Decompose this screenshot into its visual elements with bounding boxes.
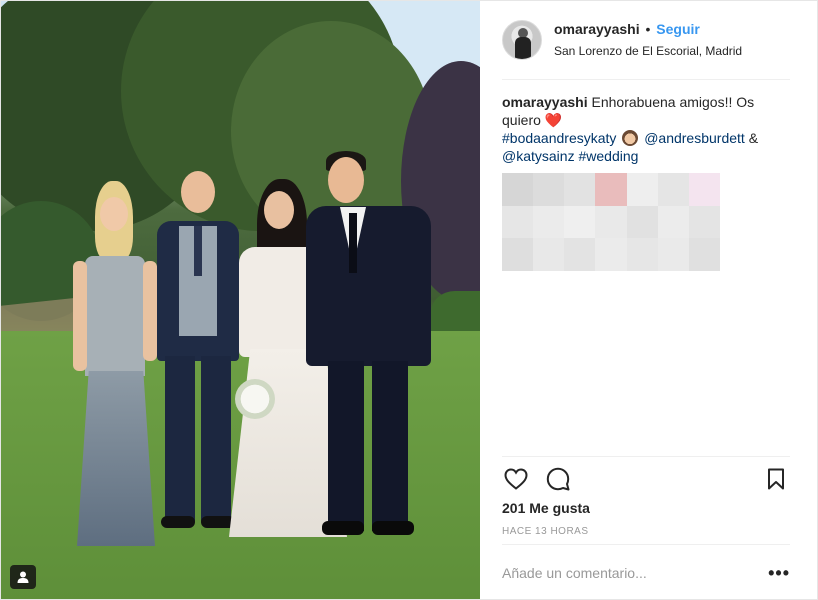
comment-row: •••	[502, 556, 790, 590]
mention-link[interactable]: @andresburdett	[644, 130, 745, 146]
hashtag-link[interactable]: #bodaandresykaty	[502, 130, 616, 146]
heart-icon	[504, 468, 528, 490]
ampersand: &	[744, 130, 759, 146]
divider	[502, 456, 790, 457]
divider	[502, 79, 790, 80]
divider	[502, 544, 790, 545]
username-link[interactable]: omarayyashi	[554, 21, 640, 37]
header-text: omarayyashi • Seguir San Lorenzo de El E…	[554, 20, 742, 60]
location-link[interactable]: San Lorenzo de El Escorial, Madrid	[554, 42, 742, 60]
red-heart-emoji: ❤️	[544, 112, 563, 128]
pixelated-content	[502, 173, 720, 271]
comment-icon	[546, 467, 570, 491]
post-header: omarayyashi • Seguir San Lorenzo de El E…	[480, 1, 817, 79]
post-photo[interactable]	[1, 1, 480, 599]
comment-button[interactable]	[544, 465, 572, 493]
caption-username-link[interactable]: omarayyashi	[502, 94, 588, 110]
likes-count[interactable]: 201 Me gusta	[502, 500, 590, 516]
bride-emoji-icon	[622, 130, 639, 146]
action-bar	[502, 465, 790, 493]
comment-input[interactable]	[502, 565, 769, 581]
bookmark-icon	[768, 468, 784, 490]
instagram-post: omarayyashi • Seguir San Lorenzo de El E…	[0, 0, 818, 600]
post-side-panel: omarayyashi • Seguir San Lorenzo de El E…	[480, 1, 817, 599]
follow-button[interactable]: Seguir	[656, 21, 700, 37]
groom	[306, 151, 431, 541]
more-options-icon[interactable]: •••	[768, 563, 790, 584]
header-top-row: omarayyashi • Seguir	[554, 20, 742, 38]
post-timestamp[interactable]: HACE 13 HORAS	[502, 526, 589, 537]
woman-grey-dress	[67, 181, 163, 551]
like-button[interactable]	[502, 465, 530, 493]
save-button[interactable]	[762, 465, 790, 493]
hashtag-link[interactable]: #wedding	[578, 148, 638, 164]
separator-dot: •	[645, 21, 651, 37]
mention-link[interactable]: @katysainz	[502, 148, 575, 164]
caption: omarayyashi Enhorabuena amigos!! Os quie…	[502, 93, 792, 165]
avatar[interactable]	[502, 20, 542, 60]
user-tag-icon-glyph	[17, 571, 29, 583]
user-tag-icon[interactable]	[10, 565, 36, 589]
